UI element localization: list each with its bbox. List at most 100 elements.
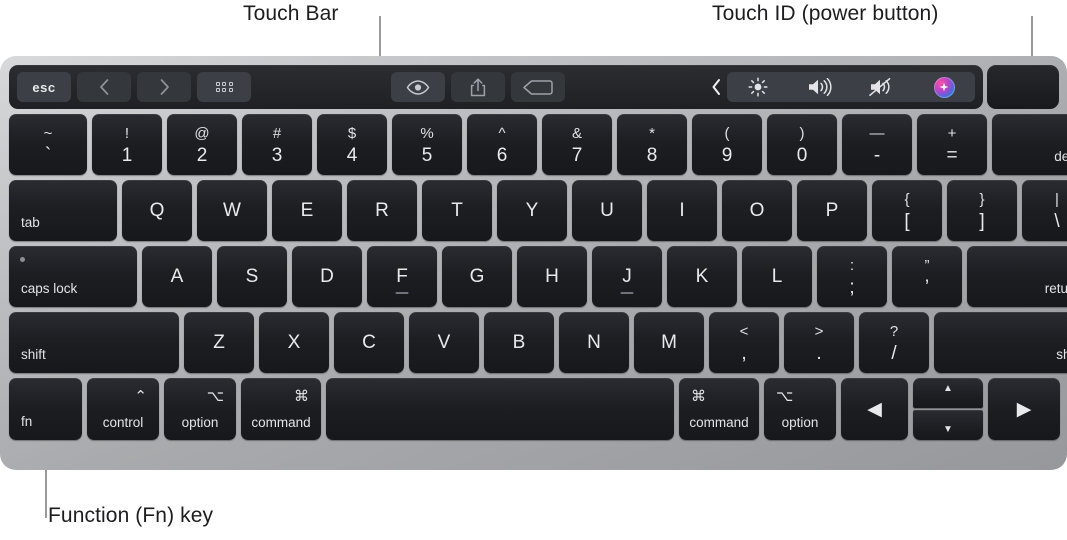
brightness-icon xyxy=(748,77,768,97)
key-command-left[interactable]: ⌘ command xyxy=(241,378,321,440)
touch-bar-control-strip[interactable] xyxy=(727,72,975,102)
chevron-left-icon xyxy=(99,79,108,95)
key-option-right[interactable]: ⌥ option xyxy=(764,378,836,440)
key-symbol: + xyxy=(947,125,957,142)
key-r[interactable]: R xyxy=(347,180,417,241)
key-label: F xyxy=(396,265,408,287)
key-1[interactable]: ! 1 xyxy=(92,114,162,175)
key-c[interactable]: C xyxy=(334,312,404,373)
key-q[interactable]: Q xyxy=(122,180,192,241)
key-x[interactable]: X xyxy=(259,312,329,373)
key-arrow-up[interactable]: ▲ xyxy=(913,378,983,408)
siri-icon xyxy=(933,76,955,98)
key-0[interactable]: ) 0 xyxy=(767,114,837,175)
key-k[interactable]: K xyxy=(667,246,737,307)
key-symbol: $ xyxy=(347,125,357,142)
key-slash[interactable]: ? / xyxy=(859,312,929,373)
key-s[interactable]: S xyxy=(217,246,287,307)
key-l[interactable]: L xyxy=(742,246,812,307)
key-n[interactable]: N xyxy=(559,312,629,373)
key-tilde[interactable]: ~ ` xyxy=(9,114,87,175)
key-symbol: ) xyxy=(799,125,805,142)
key-y[interactable]: Y xyxy=(497,180,567,241)
callout-label-touch-bar: Touch Bar xyxy=(243,2,339,25)
key-label: option xyxy=(181,414,219,430)
key-m[interactable]: M xyxy=(634,312,704,373)
touch-bar[interactable]: esc xyxy=(9,65,983,109)
key-label: shift xyxy=(21,346,46,362)
key-tab[interactable]: tab xyxy=(9,180,117,241)
key-w[interactable]: W xyxy=(197,180,267,241)
key-option-left[interactable]: ⌥ option xyxy=(164,378,236,440)
key-8[interactable]: * 8 xyxy=(617,114,687,175)
key-7[interactable]: & 7 xyxy=(542,114,612,175)
key-5[interactable]: % 5 xyxy=(392,114,462,175)
touch-bar-forward-button[interactable] xyxy=(137,72,191,102)
key-shift-right[interactable]: shift xyxy=(934,312,1067,373)
touch-bar-mute-button[interactable] xyxy=(851,72,913,102)
key-2[interactable]: @ 2 xyxy=(167,114,237,175)
key-u[interactable]: U xyxy=(572,180,642,241)
key-label: delete xyxy=(1054,148,1067,164)
key-symbol: ( xyxy=(724,125,730,142)
leader-line-fn-key xyxy=(45,470,47,518)
key-comma[interactable]: < , xyxy=(709,312,779,373)
key-base: 5 xyxy=(421,145,433,166)
key-space[interactable] xyxy=(326,378,674,440)
key-base: 1 xyxy=(121,145,133,166)
key-base: - xyxy=(873,145,881,166)
touch-bar-volume-up-button[interactable] xyxy=(789,72,851,102)
touch-bar-expand-control-strip-button[interactable] xyxy=(705,72,727,102)
key-i[interactable]: I xyxy=(647,180,717,241)
key-fn[interactable]: fn xyxy=(9,378,82,440)
key-backslash[interactable]: | \ xyxy=(1022,180,1067,241)
key-minus[interactable]: — - xyxy=(842,114,912,175)
key-quote[interactable]: ” ’ xyxy=(892,246,962,307)
key-f[interactable]: F xyxy=(367,246,437,307)
key-return[interactable]: return xyxy=(967,246,1067,307)
touch-bar-tag-button[interactable] xyxy=(511,72,565,102)
key-delete[interactable]: delete xyxy=(992,114,1067,175)
touch-bar-brightness-button[interactable] xyxy=(727,72,789,102)
command-glyph-icon: ⌘ xyxy=(691,388,706,405)
key-j[interactable]: J xyxy=(592,246,662,307)
touch-bar-quick-look-button[interactable] xyxy=(391,72,445,102)
touch-bar-view-options-button[interactable] xyxy=(197,72,251,102)
key-semicolon[interactable]: : ; xyxy=(817,246,887,307)
key-arrow-left[interactable]: ◀ xyxy=(841,378,908,440)
key-arrow-right[interactable]: ▶ xyxy=(988,378,1060,440)
key-equal[interactable]: + = xyxy=(917,114,987,175)
touch-bar-back-button[interactable] xyxy=(77,72,131,102)
key-right-bracket[interactable]: } ] xyxy=(947,180,1017,241)
key-z[interactable]: Z xyxy=(184,312,254,373)
key-d[interactable]: D xyxy=(292,246,362,307)
key-period[interactable]: > . xyxy=(784,312,854,373)
key-arrow-down[interactable]: ▼ xyxy=(913,410,983,440)
key-9[interactable]: ( 9 xyxy=(692,114,762,175)
key-v[interactable]: V xyxy=(409,312,479,373)
touch-bar-esc-button[interactable]: esc xyxy=(17,72,71,102)
key-o[interactable]: O xyxy=(722,180,792,241)
key-shift-left[interactable]: shift xyxy=(9,312,179,373)
key-arrow-up-down-cluster: ▲ ▼ xyxy=(913,378,983,440)
key-e[interactable]: E xyxy=(272,180,342,241)
key-t[interactable]: T xyxy=(422,180,492,241)
key-4[interactable]: $ 4 xyxy=(317,114,387,175)
key-label: J xyxy=(622,265,632,287)
key-g[interactable]: G xyxy=(442,246,512,307)
touch-id-power-button[interactable] xyxy=(987,65,1059,109)
key-a[interactable]: A xyxy=(142,246,212,307)
key-p[interactable]: P xyxy=(797,180,867,241)
touch-bar-siri-button[interactable] xyxy=(913,72,975,102)
key-control[interactable]: ⌃ control xyxy=(87,378,159,440)
key-6[interactable]: ^ 6 xyxy=(467,114,537,175)
key-b[interactable]: B xyxy=(484,312,554,373)
key-base: = xyxy=(946,145,958,166)
key-h[interactable]: H xyxy=(517,246,587,307)
key-caps-lock[interactable]: caps lock xyxy=(9,246,137,307)
key-command-right[interactable]: ⌘ command xyxy=(679,378,759,440)
key-label: control xyxy=(102,414,144,430)
key-left-bracket[interactable]: { [ xyxy=(872,180,942,241)
key-3[interactable]: # 3 xyxy=(242,114,312,175)
touch-bar-share-button[interactable] xyxy=(451,72,505,102)
